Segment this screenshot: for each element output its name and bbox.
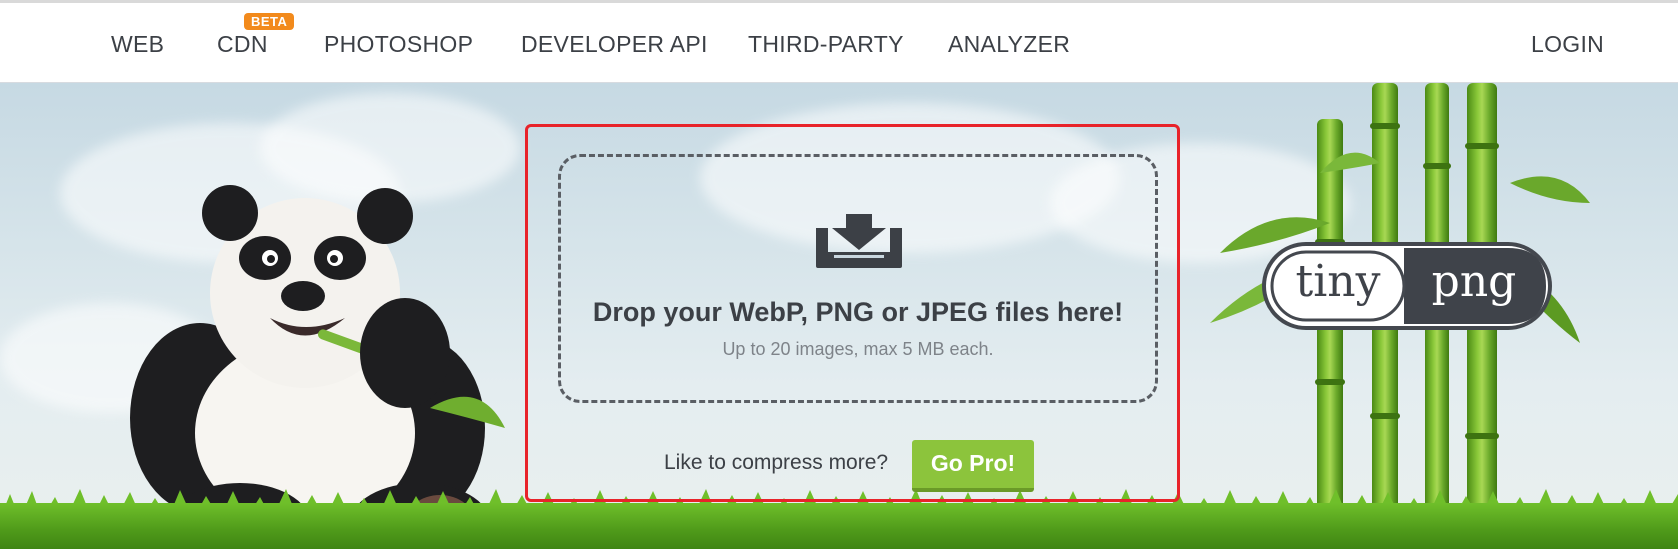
nav-item-third-party[interactable]: THIRD-PARTY [748, 31, 904, 58]
file-dropzone[interactable]: Drop your WebP, PNG or JPEG files here! … [558, 154, 1158, 403]
grass-ground [0, 503, 1678, 549]
compress-more-text: Like to compress more? [664, 451, 889, 474]
top-navigation-bar: WEB CDN BETA PHOTOSHOP DEVELOPER API THI… [0, 3, 1678, 83]
nav-item-analyzer[interactable]: ANALYZER [948, 31, 1070, 58]
go-pro-button[interactable]: Go Pro! [912, 440, 1034, 492]
logo-text-tiny: tiny [1296, 256, 1381, 307]
dropzone-subtitle: Up to 20 images, max 5 MB each. [722, 339, 994, 359]
nav-item-developer-api[interactable]: DEVELOPER API [521, 31, 708, 58]
tinypng-logo: tiny png [1262, 242, 1552, 330]
logo-text-png: png [1432, 256, 1517, 307]
nav-item-web[interactable]: WEB [111, 31, 164, 58]
beta-badge: BETA [244, 13, 295, 30]
nav-item-cdn[interactable]: CDN [217, 31, 268, 58]
download-tray-icon [816, 214, 902, 268]
nav-item-login[interactable]: LOGIN [1531, 31, 1604, 58]
dropzone-title: Drop your WebP, PNG or JPEG files here! [592, 297, 1124, 327]
nav-item-photoshop[interactable]: PHOTOSHOP [324, 31, 473, 58]
